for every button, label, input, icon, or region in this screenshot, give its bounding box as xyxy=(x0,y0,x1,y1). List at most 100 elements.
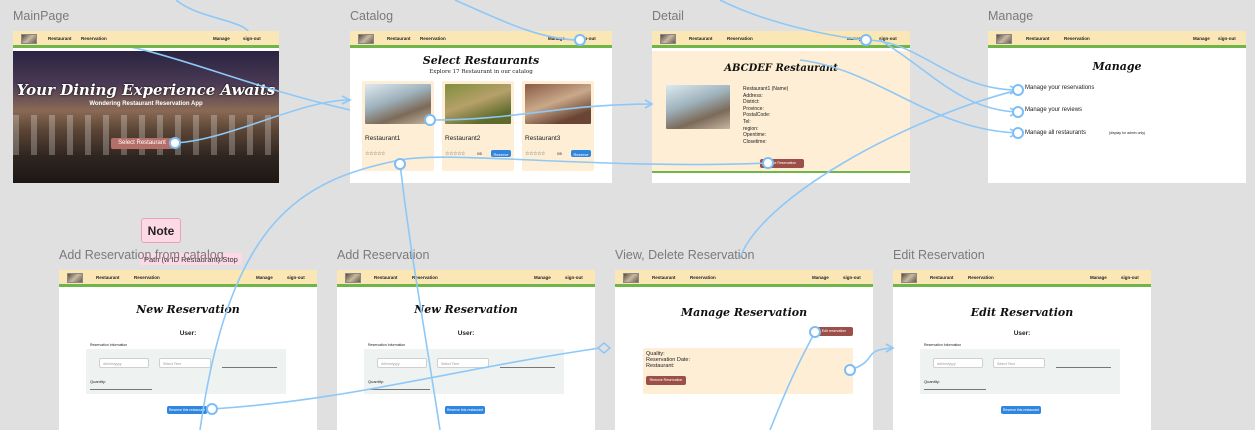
prototype-node[interactable] xyxy=(860,34,872,46)
frame-label-view: View, Delete Reservation xyxy=(615,248,755,262)
frame-detail[interactable]: Restaurant Reservation Manage sign-out A… xyxy=(652,31,910,183)
nav-restaurant[interactable]: Restaurant xyxy=(96,275,120,280)
nav-reservation[interactable]: Reservation xyxy=(1064,36,1090,41)
logo-image xyxy=(996,34,1012,44)
logo-image xyxy=(660,34,676,44)
reserve-button[interactable]: Reserve xyxy=(491,150,511,157)
nav-manage[interactable]: Manage xyxy=(548,36,565,41)
prototype-node[interactable] xyxy=(1012,84,1024,96)
nav-reservation[interactable]: Reservation xyxy=(81,36,107,41)
prototype-node[interactable] xyxy=(424,114,436,126)
nav-manage[interactable]: Manage xyxy=(213,36,230,41)
prototype-node[interactable] xyxy=(169,137,181,149)
prototype-node[interactable] xyxy=(809,326,821,338)
rating-value: 0/5 xyxy=(557,152,562,156)
nav-signout[interactable]: sign-out xyxy=(287,275,305,280)
time-input[interactable]: Select Time xyxy=(159,358,211,368)
restaurant-select[interactable] xyxy=(222,358,277,368)
reserve-button[interactable]: Reserve this restaurant xyxy=(445,406,485,414)
restaurant-info: Restaurant1 (Name) Address: District: Pr… xyxy=(743,86,788,145)
rating-stars[interactable]: ☆☆☆☆☆ xyxy=(525,151,545,157)
prototype-node[interactable] xyxy=(1012,106,1024,118)
nav-manage[interactable]: Manage xyxy=(812,275,829,280)
reserve-button[interactable]: Reserve xyxy=(571,150,591,157)
remove-reservation-button[interactable]: Remove Reservation xyxy=(646,376,686,385)
info-province: Province: xyxy=(743,105,764,112)
nav-restaurant[interactable]: Restaurant xyxy=(930,275,954,280)
reserve-button[interactable]: Reserve this restaurant xyxy=(167,406,207,414)
prototype-node[interactable] xyxy=(844,364,856,376)
frame-label-detail: Detail xyxy=(652,9,684,23)
prototype-node[interactable] xyxy=(206,403,218,415)
nav-restaurant[interactable]: Restaurant xyxy=(374,275,398,280)
nav-signout[interactable]: sign-out xyxy=(243,36,261,41)
nav-reservation[interactable]: Reservation xyxy=(420,36,446,41)
nav-manage[interactable]: Manage xyxy=(256,275,273,280)
info-postalcode: PostalCode: xyxy=(743,112,771,119)
restaurant-title: ABCDEF Restaurant xyxy=(724,63,838,74)
prototype-node[interactable] xyxy=(762,157,774,169)
frame-label-catalog: Catalog xyxy=(350,9,394,23)
restaurant-card[interactable]: Restaurant3 ☆☆☆☆☆ 0/5 Reserve xyxy=(522,81,594,171)
rating-value: 0/5 xyxy=(477,152,482,156)
prototype-node[interactable] xyxy=(574,34,586,46)
nav-restaurant[interactable]: Restaurant xyxy=(652,275,676,280)
hero-image xyxy=(13,51,279,183)
navbar: Restaurant Reservation Manage sign-out xyxy=(615,270,873,287)
rating-stars[interactable]: ☆☆☆☆☆ xyxy=(365,151,385,157)
nav-manage[interactable]: Manage xyxy=(534,275,551,280)
nav-signout[interactable]: sign-out xyxy=(1121,275,1139,280)
rating-stars[interactable]: ☆☆☆☆☆ xyxy=(445,151,465,157)
manage-restaurants-link[interactable]: Manage all restaurants xyxy=(1025,130,1086,136)
nav-manage[interactable]: Manage xyxy=(1193,36,1210,41)
nav-restaurant[interactable]: Restaurant xyxy=(689,36,713,41)
date-input[interactable]: dd/mm/yyyy xyxy=(99,358,149,368)
frame-add[interactable]: Restaurant Reservation Manage sign-out N… xyxy=(337,270,595,430)
nav-restaurant[interactable]: Restaurant xyxy=(48,36,72,41)
frame-mainpage[interactable]: Restaurant Reservation Manage sign-out Y… xyxy=(13,31,279,183)
nav-signout[interactable]: sign-out xyxy=(1218,36,1236,41)
page-subtitle: Explore 17 Restaurant in our catalog xyxy=(429,69,533,75)
nav-reservation[interactable]: Reservation xyxy=(727,36,753,41)
select-restaurant-button[interactable]: Select Restaurant xyxy=(111,138,173,149)
nav-signout[interactable]: sign-out xyxy=(565,275,583,280)
frame-view[interactable]: Restaurant Reservation Manage sign-out M… xyxy=(615,270,873,430)
restaurant-select[interactable] xyxy=(500,358,555,368)
frame-add-from-catalog[interactable]: Restaurant Reservation Manage sign-out N… xyxy=(59,270,317,430)
restaurant-select[interactable] xyxy=(1056,358,1111,368)
nav-restaurant[interactable]: Restaurant xyxy=(387,36,411,41)
restaurant-photo xyxy=(666,85,730,129)
restaurant-card[interactable]: Restaurant2 ☆☆☆☆☆ 0/5 Reserve xyxy=(442,81,514,171)
info-tel: Tel: xyxy=(743,118,751,125)
quantity-input[interactable] xyxy=(924,380,986,390)
frame-manage[interactable]: Restaurant Reservation Manage sign-out M… xyxy=(988,31,1246,183)
nav-signout[interactable]: sign-out xyxy=(879,36,897,41)
note-sticky[interactable]: Note xyxy=(141,218,181,243)
user-label: User: xyxy=(457,330,475,337)
prototype-node[interactable] xyxy=(394,158,406,170)
page-title: Edit Reservation xyxy=(970,306,1074,319)
reservation-details: Quality: Reservation Date: Restaurant: xyxy=(646,351,690,369)
nav-restaurant[interactable]: Restaurant xyxy=(1026,36,1050,41)
prototype-node[interactable] xyxy=(1012,127,1024,139)
nav-reservation[interactable]: Reservation xyxy=(134,275,160,280)
time-input[interactable]: Select Time xyxy=(993,358,1045,368)
nav-reservation[interactable]: Reservation xyxy=(690,275,716,280)
date-input[interactable]: dd/mm/yyyy xyxy=(377,358,427,368)
nav-signout[interactable]: sign-out xyxy=(843,275,861,280)
frame-catalog[interactable]: Restaurant Reservation Manage sign-out S… xyxy=(350,31,612,183)
quantity-input[interactable] xyxy=(90,380,152,390)
frame-edit[interactable]: Restaurant Reservation Manage sign-out E… xyxy=(893,270,1151,430)
nav-reservation[interactable]: Reservation xyxy=(412,275,438,280)
manage-reservations-link[interactable]: Manage your reservations xyxy=(1025,85,1094,91)
nav-manage[interactable]: Manage xyxy=(1090,275,1107,280)
time-input[interactable]: Select Time xyxy=(437,358,489,368)
frame-label-mainpage: MainPage xyxy=(13,9,70,23)
quantity-input[interactable] xyxy=(368,380,430,390)
reserve-button[interactable]: Reserve this restaurant xyxy=(1001,406,1041,414)
restaurant-label: Restaurant: xyxy=(646,363,675,369)
manage-reviews-link[interactable]: Manage your reviews xyxy=(1025,107,1082,113)
page-title: Manage xyxy=(1092,60,1142,73)
date-input[interactable]: dd/mm/yyyy xyxy=(933,358,983,368)
nav-reservation[interactable]: Reservation xyxy=(968,275,994,280)
